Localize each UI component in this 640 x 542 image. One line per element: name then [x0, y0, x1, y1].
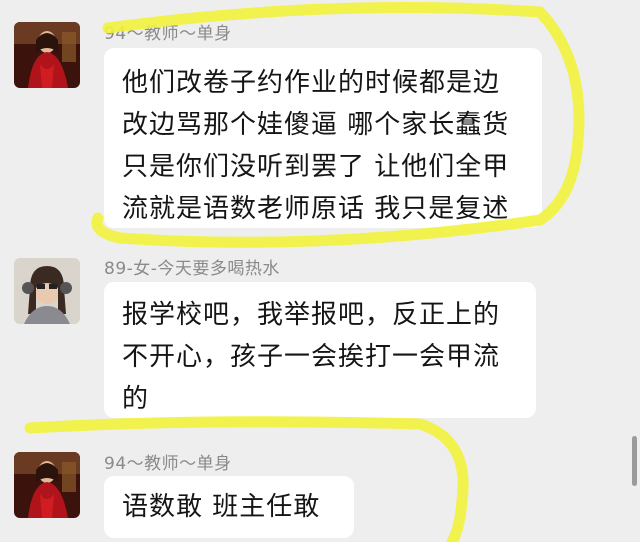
message-line: 语数敢 班主任敢: [122, 492, 321, 522]
message-line: 改边骂那个娃傻逼 哪个家长蠢货: [122, 110, 510, 140]
scrollbar[interactable]: [632, 436, 637, 486]
avatar[interactable]: [14, 22, 80, 88]
message-line: 的: [122, 384, 150, 414]
sender-name: 94～教师～单身: [104, 24, 232, 44]
message-line: 报学校吧，我举报吧，反正上的: [122, 300, 501, 330]
message-bubble[interactable]: 报学校吧，我举报吧，反正上的 不开心，孩子一会挨打一会甲流 的: [104, 282, 536, 418]
message-line: 不开心，孩子一会挨打一会甲流: [122, 342, 501, 372]
message-line: 只是你们没听到罢了 让他们全甲: [122, 152, 510, 182]
avatar[interactable]: [14, 258, 80, 324]
message-bubble[interactable]: 他们改卷子约作业的时候都是边 改边骂那个娃傻逼 哪个家长蠢货 只是你们没听到罢了…: [104, 48, 542, 228]
sender-name: 94～教师～单身: [104, 454, 232, 474]
avatar[interactable]: [14, 452, 80, 518]
sender-name: 89-女-今天要多喝热水: [104, 259, 280, 279]
message-bubble[interactable]: 语数敢 班主任敢: [104, 476, 354, 538]
message-line: 他们改卷子约作业的时候都是边: [122, 68, 501, 98]
message-line: 流就是语数老师原话 我只是复述: [122, 194, 510, 224]
